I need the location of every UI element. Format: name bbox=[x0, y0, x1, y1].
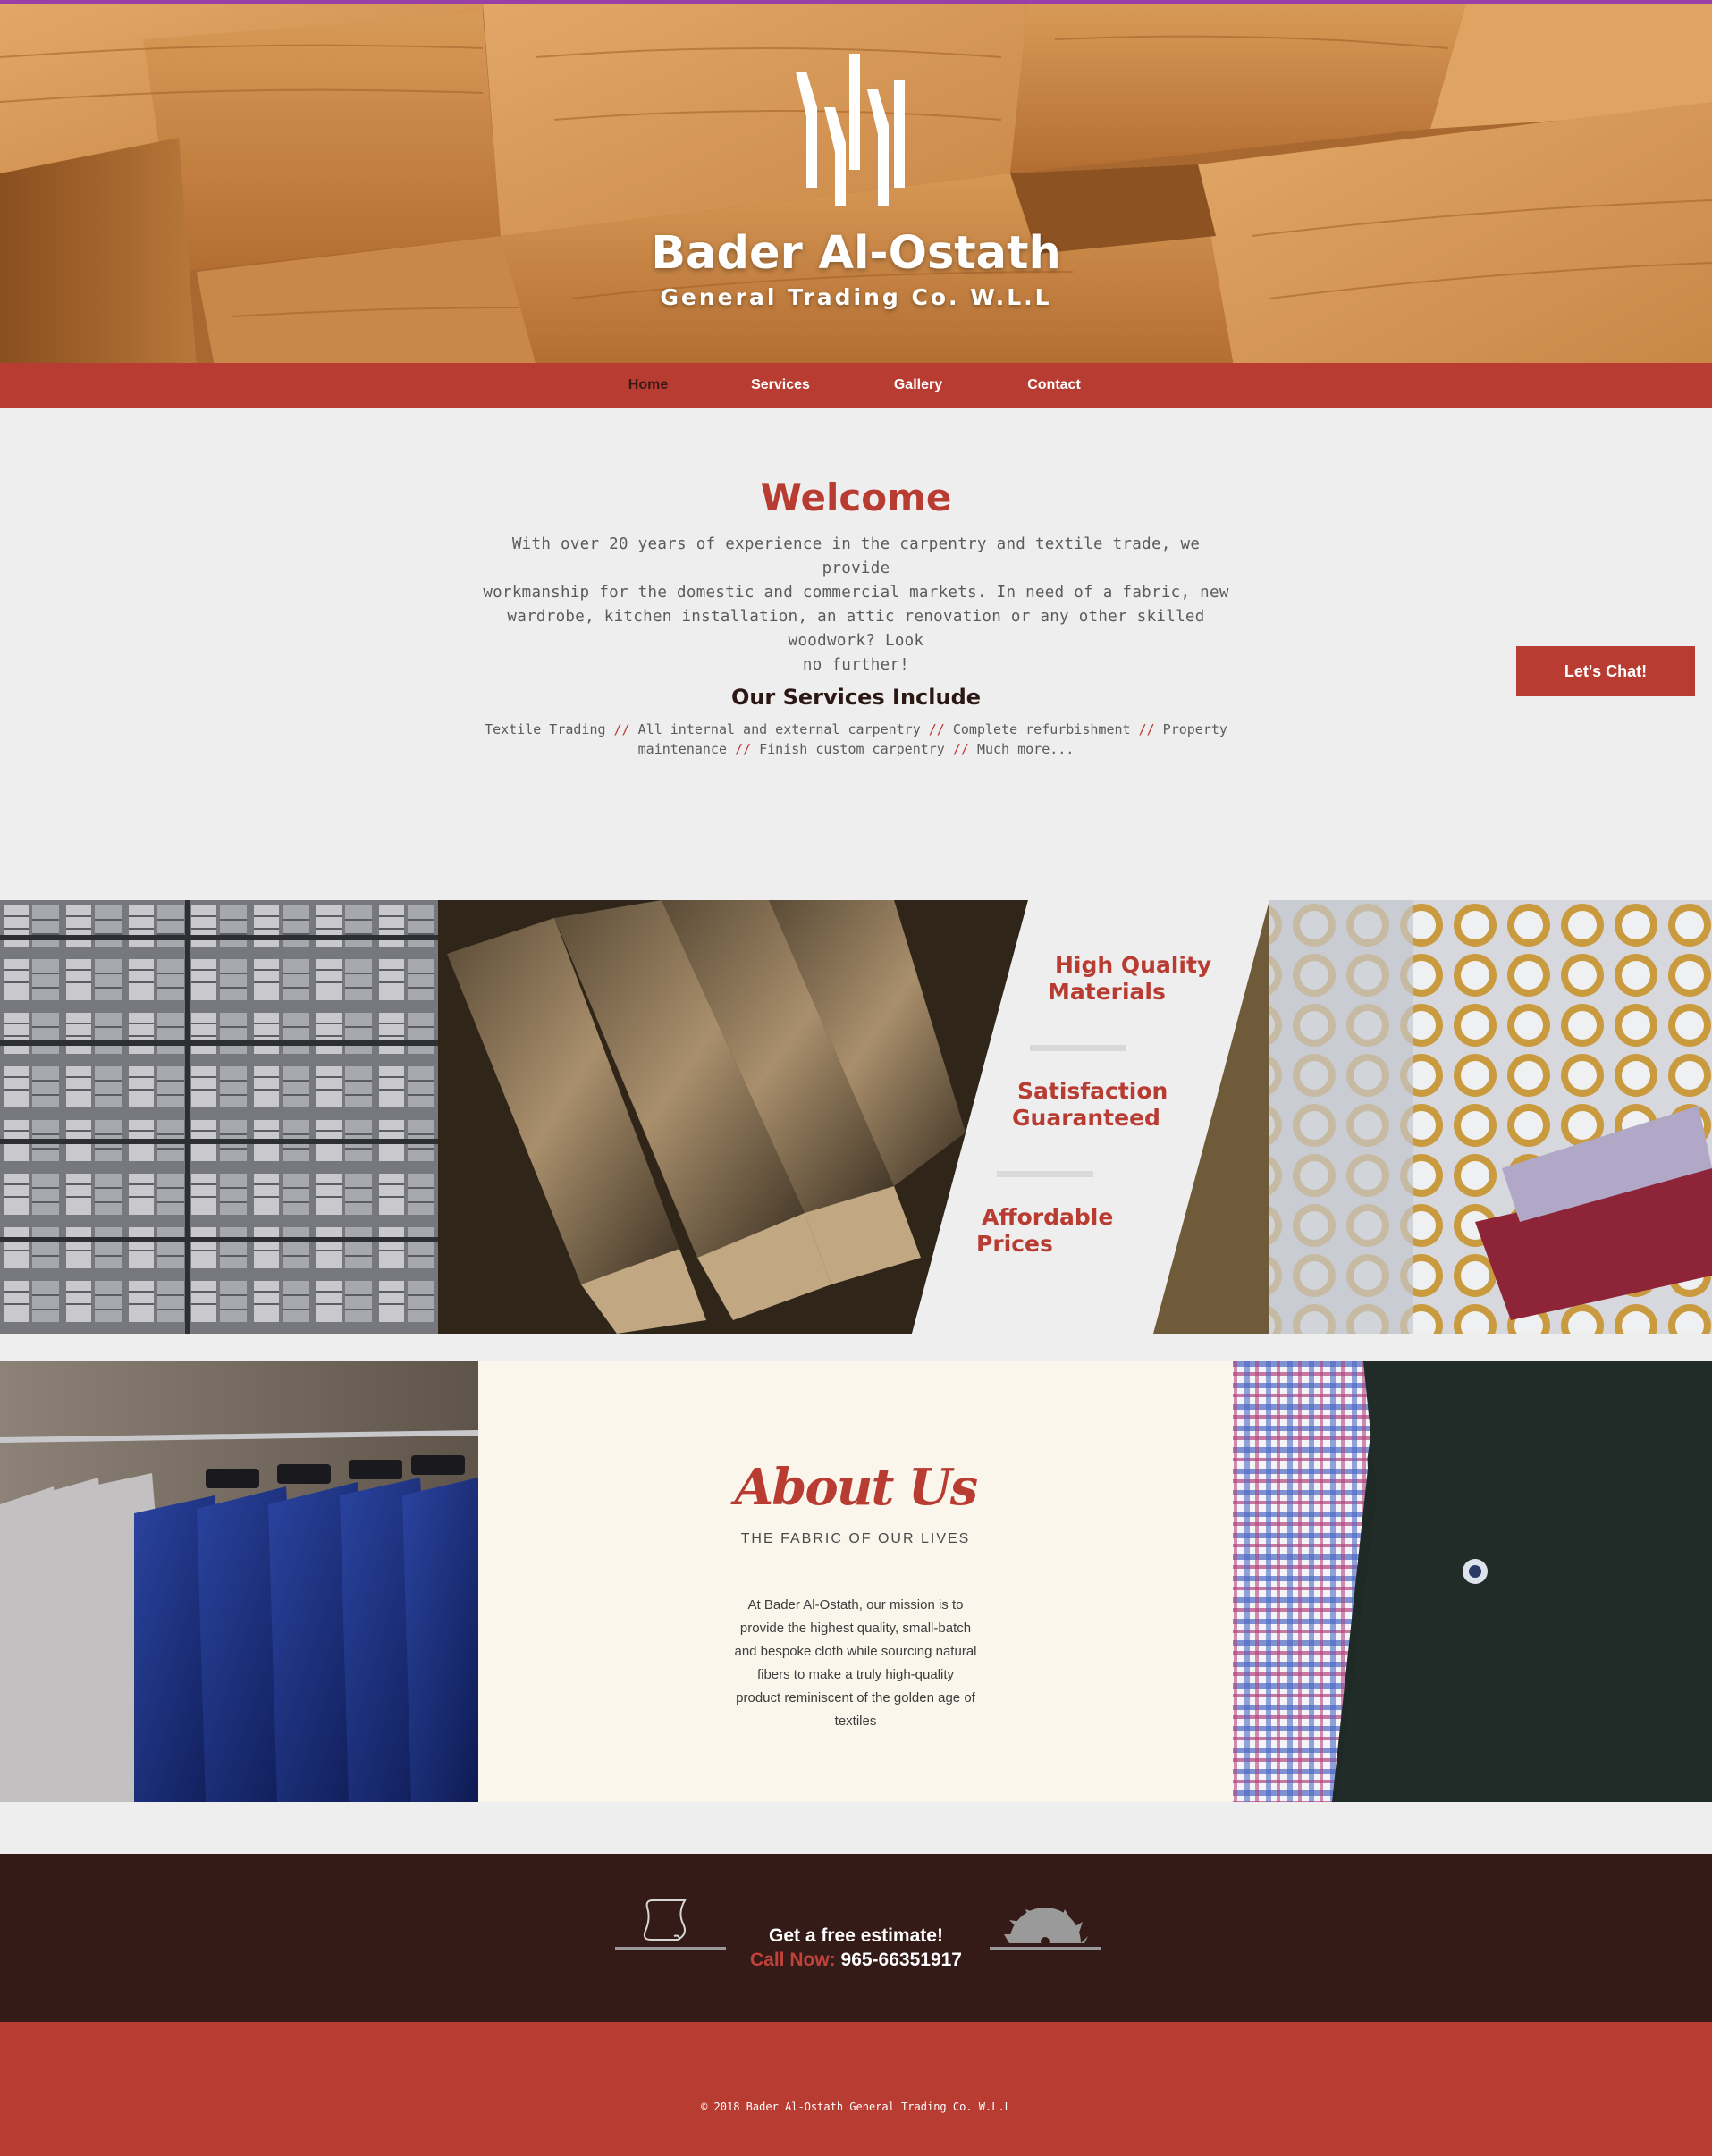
phone-number[interactable]: 965-66351917 bbox=[841, 1950, 962, 1970]
service-item: Much more... bbox=[976, 741, 1075, 757]
estimate-call: Call Now: 965-66351917 bbox=[0, 1950, 1712, 1971]
feature-line: High Quality bbox=[1055, 952, 1212, 978]
welcome-text: With over 20 years of experience in the … bbox=[474, 533, 1238, 678]
service-separator: // bbox=[1138, 721, 1155, 737]
divider bbox=[1030, 1045, 1126, 1051]
feature-line: Prices bbox=[976, 1231, 1053, 1257]
about-text: At Bader Al-Ostath, our mission is to pr… bbox=[721, 1594, 990, 1733]
nav-gallery[interactable]: Gallery bbox=[851, 363, 985, 408]
service-separator: // bbox=[928, 721, 945, 737]
service-item: Complete refurbishment bbox=[952, 721, 1131, 737]
service-item: All internal and external carpentry bbox=[637, 721, 921, 737]
service-separator: // bbox=[952, 741, 969, 757]
service-separator: // bbox=[613, 721, 630, 737]
footer: © 2018 Bader Al-Ostath General Trading C… bbox=[0, 2022, 1712, 2156]
divider bbox=[997, 1171, 1093, 1177]
feature-line: Satisfaction bbox=[1017, 1078, 1168, 1104]
welcome-title: Welcome bbox=[760, 476, 952, 519]
estimate-title: Get a free estimate! bbox=[769, 1925, 943, 1946]
feature-high-quality: High Quality Materials bbox=[1048, 952, 1211, 1006]
brand-name: Bader Al-Ostath bbox=[651, 227, 1061, 280]
services-title: Our Services Include bbox=[730, 685, 982, 710]
about-line: At Bader Al-Ostath, our mission is to bbox=[747, 1597, 964, 1613]
features-strip: High Quality Materials Satisfaction Guar… bbox=[0, 900, 1712, 1334]
about-subtitle: THE FABRIC OF OUR LIVES bbox=[740, 1531, 971, 1546]
saw-blade-icon bbox=[990, 1908, 1101, 1950]
copyright-text: © 2018 Bader Al-Ostath General Trading C… bbox=[701, 2101, 1011, 2113]
feature-line: Materials bbox=[1048, 979, 1166, 1005]
about-panel: About Us THE FABRIC OF OUR LIVES At Bade… bbox=[478, 1361, 1233, 1802]
estimate-bar: Get a free estimate! Call Now: 965-66351… bbox=[0, 1854, 1712, 2022]
service-item: Textile Trading bbox=[485, 721, 606, 737]
service-item: Finish custom carpentry bbox=[759, 741, 945, 757]
welcome-line: wardrobe, kitchen installation, an attic… bbox=[507, 608, 1205, 650]
services-list: Textile Trading // All internal and exte… bbox=[483, 720, 1229, 759]
welcome-line: workmanship for the domestic and commerc… bbox=[483, 584, 1229, 602]
nav-contact[interactable]: Contact bbox=[987, 363, 1121, 408]
hero-banner: Bader Al-Ostath General Trading Co. W.L.… bbox=[0, 0, 1712, 363]
brand-subtitle: General Trading Co. W.L.L bbox=[660, 284, 1052, 310]
feature-line: Affordable bbox=[982, 1204, 1114, 1230]
about-title: About Us bbox=[734, 1458, 978, 1517]
logo-mark-icon bbox=[796, 54, 905, 206]
about-line: product reminiscent of the golden age of bbox=[736, 1690, 975, 1705]
call-now-label: Call Now: bbox=[750, 1950, 836, 1970]
about-line: and bespoke cloth while sourcing natural bbox=[734, 1644, 977, 1659]
nav-services[interactable]: Services bbox=[713, 363, 848, 408]
features-strip-images bbox=[0, 900, 1712, 1334]
about-line: provide the highest quality, small-batch bbox=[739, 1621, 972, 1636]
feature-affordable: Affordable Prices bbox=[976, 1204, 1113, 1258]
service-separator: // bbox=[735, 741, 752, 757]
welcome-line: no further! bbox=[802, 656, 910, 674]
about-line: textiles bbox=[834, 1714, 877, 1729]
welcome-line: With over 20 years of experience in the … bbox=[511, 535, 1201, 577]
nav-home[interactable]: Home bbox=[581, 363, 715, 408]
about-line: fibers to make a truly high-quality bbox=[756, 1667, 955, 1682]
main-nav: Home Services Gallery Contact bbox=[0, 363, 1712, 408]
feature-satisfaction: Satisfaction Guaranteed bbox=[1012, 1078, 1168, 1132]
feature-line: Guaranteed bbox=[1012, 1105, 1160, 1131]
lets-chat-button[interactable]: Let's Chat! bbox=[1516, 646, 1695, 696]
